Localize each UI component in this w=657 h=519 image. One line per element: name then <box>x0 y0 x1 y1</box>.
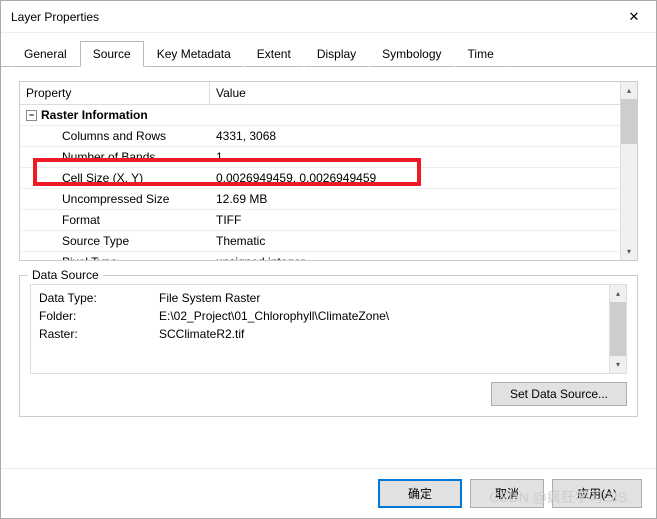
table-row[interactable]: Columns and Rows4331, 3068 <box>20 126 620 147</box>
data-source-box: Data Type:File System Raster Folder:E:\0… <box>30 284 627 374</box>
tab-strip: General Source Key Metadata Extent Displ… <box>1 33 656 67</box>
scroll-up-icon[interactable]: ▴ <box>621 82 637 99</box>
property-grid: Property Value − Raster Information Colu… <box>19 81 638 261</box>
scroll-down-icon[interactable]: ▾ <box>610 356 626 373</box>
data-source-label: Data Source <box>28 268 103 282</box>
tab-source[interactable]: Source <box>80 41 144 67</box>
tab-extent[interactable]: Extent <box>244 41 304 67</box>
group-row[interactable]: − Raster Information <box>20 105 620 126</box>
set-data-source-button[interactable]: Set Data Source... <box>491 382 627 406</box>
close-button[interactable]: ✕ <box>612 1 656 32</box>
table-row[interactable]: FormatTIFF <box>20 210 620 231</box>
table-row[interactable]: Number of Bands1 <box>20 147 620 168</box>
table-row[interactable]: Cell Size (X, Y)0.0026949459, 0.00269494… <box>20 168 620 189</box>
list-item: Raster:SCClimateR2.tif <box>39 325 601 343</box>
window-title: Layer Properties <box>11 10 612 24</box>
tab-content: Property Value − Raster Information Colu… <box>1 66 656 468</box>
tab-display[interactable]: Display <box>304 41 369 67</box>
minus-icon[interactable]: − <box>26 110 37 121</box>
scroll-up-icon[interactable]: ▴ <box>610 285 626 302</box>
group-label: Raster Information <box>41 108 148 122</box>
header-value[interactable]: Value <box>210 82 620 104</box>
close-icon: ✕ <box>629 9 640 25</box>
list-item: Folder:E:\02_Project\01_Chlorophyll\Clim… <box>39 307 601 325</box>
tab-general[interactable]: General <box>11 41 80 67</box>
ds-scrollbar[interactable]: ▴ ▾ <box>609 285 626 373</box>
ok-button[interactable]: 确定 <box>378 479 462 508</box>
cancel-button[interactable]: 取消 <box>470 479 544 508</box>
scroll-thumb[interactable] <box>621 99 637 144</box>
list-item: Data Type:File System Raster <box>39 289 601 307</box>
data-source-group: Data Source Data Type:File System Raster… <box>19 275 638 417</box>
titlebar: Layer Properties ✕ <box>1 1 656 33</box>
header-property[interactable]: Property <box>20 82 210 104</box>
tab-symbology[interactable]: Symbology <box>369 41 454 67</box>
tab-key-metadata[interactable]: Key Metadata <box>144 41 244 67</box>
grid-header: Property Value <box>20 82 620 105</box>
table-row[interactable]: Pixel Typeunsigned integer <box>20 252 620 260</box>
table-row[interactable]: Source TypeThematic <box>20 231 620 252</box>
scroll-down-icon[interactable]: ▾ <box>621 243 637 260</box>
apply-button[interactable]: 应用(A) <box>552 479 642 508</box>
tab-time[interactable]: Time <box>455 41 507 67</box>
dialog-footer: 确定 取消 应用(A) <box>1 468 656 518</box>
grid-scrollbar[interactable]: ▴ ▾ <box>620 82 637 260</box>
table-row[interactable]: Uncompressed Size12.69 MB <box>20 189 620 210</box>
layer-properties-window: Layer Properties ✕ General Source Key Me… <box>0 0 657 519</box>
